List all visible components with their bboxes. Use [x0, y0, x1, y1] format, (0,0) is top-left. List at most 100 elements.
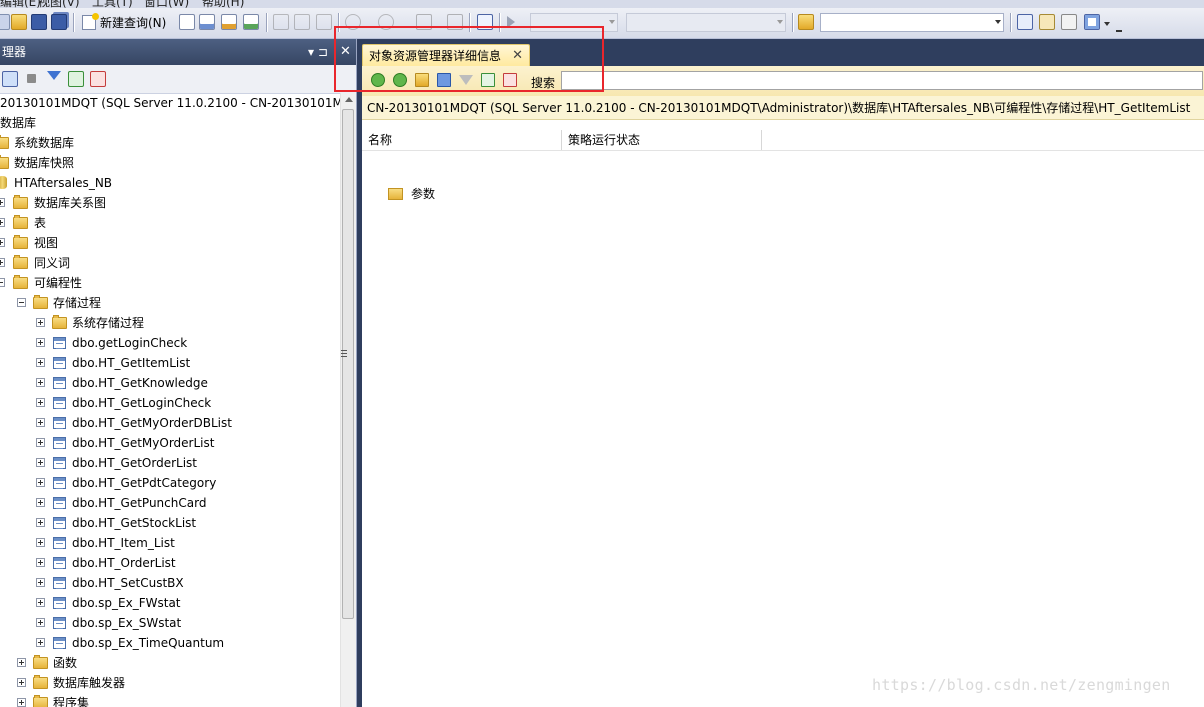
up-level-icon[interactable]: [415, 73, 429, 87]
chevron-down-icon[interactable]: [1104, 22, 1110, 26]
cut-icon[interactable]: [273, 14, 289, 30]
object-explorer-icon[interactable]: [1039, 14, 1055, 30]
menu-view[interactable]: 视图(V): [38, 0, 80, 8]
expand-icon[interactable]: [17, 658, 26, 667]
column-header-name[interactable]: 名称: [362, 130, 562, 150]
expand-icon[interactable]: [36, 478, 45, 487]
expand-icon[interactable]: [36, 338, 45, 347]
stored-procedure-icon: [53, 577, 66, 589]
toolbar-options-icon[interactable]: [1116, 22, 1122, 32]
expand-icon[interactable]: [36, 398, 45, 407]
new-query-icon: [82, 13, 99, 30]
menu-edit[interactable]: 编辑(E): [0, 0, 41, 8]
close-icon[interactable]: ✕: [340, 39, 351, 65]
stored-procedure-icon: [53, 337, 66, 349]
expand-icon[interactable]: [0, 218, 5, 227]
expand-icon[interactable]: [36, 378, 45, 387]
mdx-query-icon[interactable]: [199, 14, 215, 30]
save-icon[interactable]: [31, 14, 47, 30]
tree-node-label: dbo.HT_Item_List: [72, 536, 175, 550]
start-debugging-icon[interactable]: [507, 16, 515, 28]
expand-icon[interactable]: [0, 198, 5, 207]
xmla-query-icon[interactable]: [243, 14, 259, 30]
disconnect-icon[interactable]: [90, 71, 106, 87]
expand-icon[interactable]: [36, 558, 45, 567]
expand-icon[interactable]: [17, 678, 26, 687]
paste-icon[interactable]: [316, 14, 332, 30]
stored-procedure-icon: [53, 537, 66, 549]
expand-icon[interactable]: [0, 258, 5, 267]
tree-node-label: 函数: [53, 656, 78, 670]
stored-procedure-icon: [53, 517, 66, 529]
tree-node-label: dbo.HT_GetPunchCard: [72, 496, 207, 510]
menu-bar: 编辑(E) 视图(V) 工具(T) 窗口(W) 帮助(H): [0, 0, 1204, 8]
new-query-button[interactable]: 新建查询(N): [80, 13, 170, 33]
properties-icon[interactable]: [1061, 14, 1077, 30]
list-item-label: 参数: [411, 187, 436, 201]
toolbar-separator: [338, 13, 340, 32]
menu-window[interactable]: 窗口(W): [144, 0, 189, 8]
tab-object-explorer-details[interactable]: 对象资源管理器详细信息 ✕: [362, 44, 531, 67]
collapse-icon[interactable]: [0, 278, 5, 287]
filter-icon[interactable]: [459, 75, 473, 85]
stop-icon[interactable]: [27, 74, 36, 83]
expand-icon[interactable]: [36, 638, 45, 647]
filter-icon[interactable]: [47, 71, 61, 80]
stored-procedure-icon: [53, 477, 66, 489]
search-input[interactable]: [561, 71, 1203, 90]
navigate-forward-icon[interactable]: [447, 14, 463, 30]
find-in-files-icon[interactable]: [798, 14, 814, 30]
expand-icon[interactable]: [36, 618, 45, 627]
expand-icon[interactable]: [36, 518, 45, 527]
menu-tools[interactable]: 工具(T): [92, 0, 133, 8]
connect-icon[interactable]: [2, 71, 18, 87]
refresh-icon[interactable]: [481, 73, 495, 87]
back-icon[interactable]: [371, 73, 385, 87]
folder-icon: [13, 215, 28, 229]
folder-icon: [13, 255, 28, 269]
disconnect-icon[interactable]: [503, 73, 517, 87]
solution-config-combo[interactable]: [530, 13, 618, 32]
pane-splitter-grip[interactable]: [340, 347, 348, 361]
expand-icon[interactable]: [36, 538, 45, 547]
save-all-icon[interactable]: [51, 14, 67, 30]
redo-icon[interactable]: [378, 14, 394, 30]
column-header-policy-health[interactable]: 策略运行状态: [562, 130, 762, 150]
expand-icon[interactable]: [36, 318, 45, 327]
tree-scrollbar[interactable]: [340, 93, 356, 707]
scroll-up-icon[interactable]: [345, 97, 353, 102]
expand-icon[interactable]: [36, 438, 45, 447]
overflow-icon[interactable]: [0, 14, 10, 30]
refresh-icon[interactable]: [68, 71, 84, 87]
copy-icon[interactable]: [294, 14, 310, 30]
find-combo[interactable]: [820, 13, 1004, 32]
expand-icon[interactable]: [36, 498, 45, 507]
menu-help[interactable]: 帮助(H): [202, 0, 244, 8]
activity-monitor-icon[interactable]: [477, 14, 493, 30]
navigate-backward-icon[interactable]: [416, 14, 432, 30]
expand-icon[interactable]: [0, 238, 5, 247]
close-tab-icon[interactable]: ✕: [512, 45, 523, 67]
folder-icon: [0, 135, 9, 149]
database-combo[interactable]: [626, 13, 786, 32]
expand-icon[interactable]: [36, 358, 45, 367]
open-folder-icon[interactable]: [11, 14, 27, 30]
expand-icon[interactable]: [36, 578, 45, 587]
sync-icon[interactable]: [437, 73, 451, 87]
dmx-query-icon[interactable]: [221, 14, 237, 30]
registered-servers-icon[interactable]: [1017, 14, 1033, 30]
expand-icon[interactable]: [36, 598, 45, 607]
expand-icon[interactable]: [17, 698, 26, 707]
toolbox-icon[interactable]: [1084, 14, 1100, 30]
tree-node-label: 数据库触发器: [53, 676, 126, 690]
collapse-icon[interactable]: [17, 298, 26, 307]
expand-icon[interactable]: [36, 458, 45, 467]
db-engine-query-icon[interactable]: [179, 14, 195, 30]
forward-icon[interactable]: [393, 73, 407, 87]
chevron-down-icon: [995, 20, 1001, 24]
expand-icon[interactable]: [36, 418, 45, 427]
undo-icon[interactable]: [345, 14, 361, 30]
pin-icon[interactable]: ▾ ⊐: [308, 39, 328, 65]
scrollbar-thumb[interactable]: [342, 109, 354, 619]
toolbar-separator: [1010, 13, 1012, 32]
